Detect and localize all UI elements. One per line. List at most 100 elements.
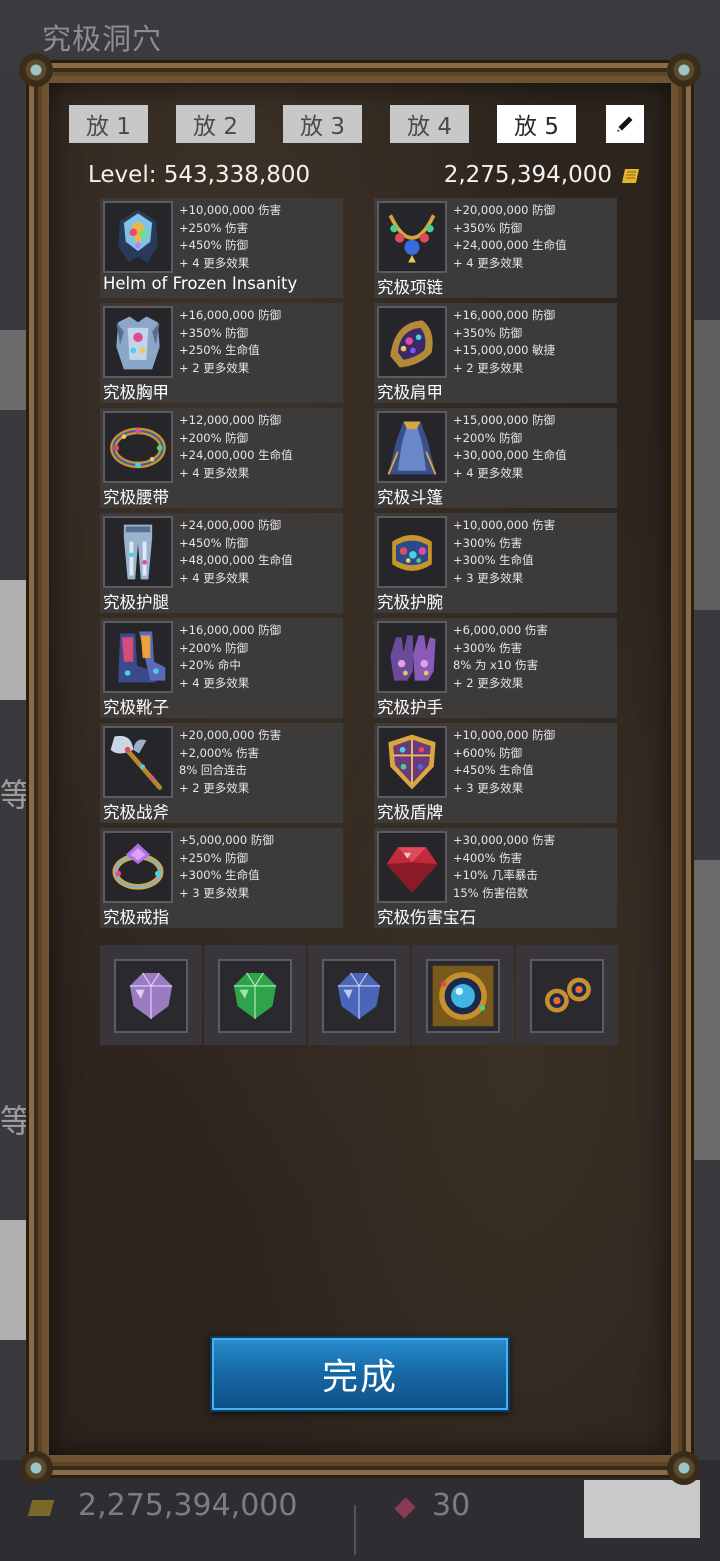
item-name: 究极战斧	[103, 803, 169, 822]
item-stat-line: +250% 生命值	[179, 343, 260, 358]
equipment-slot[interactable]: +20,000,000 防御 +350% 防御 +24,000,000 生命值 + 4…	[374, 198, 617, 298]
gem-frame	[218, 959, 292, 1033]
item-icon-frame	[103, 726, 173, 798]
item-stat-line: +200% 防御	[453, 430, 523, 445]
item-name: 究极护腿	[103, 593, 169, 612]
gem-slot[interactable]	[204, 945, 306, 1045]
red-gem-icon	[386, 847, 438, 893]
equipment-slot[interactable]: +10,000,000 伤害 +300% 伤害 +300% 生命值 + 3 更多效果究…	[374, 513, 617, 613]
done-button[interactable]: 完成	[210, 1336, 510, 1412]
item-icon-frame	[103, 306, 173, 378]
shield-icon	[388, 734, 436, 790]
item-stat-line: + 3 更多效果	[179, 886, 250, 901]
item-stat-line: 8% 为 x10 伤害	[453, 658, 539, 673]
item-stat-line: + 4 更多效果	[179, 571, 250, 586]
item-stat-line: +20,000,000 伤害	[179, 728, 282, 742]
necklace-icon	[388, 214, 436, 263]
item-stats: +24,000,000 防御 +450% 防御 +48,000,000 生命值 + 4…	[179, 517, 293, 588]
gem-slot[interactable]	[100, 945, 202, 1045]
item-stats: +5,000,000 防御 +250% 防御 +300% 生命值 + 3 更多效果	[179, 832, 274, 903]
gem-slot[interactable]	[412, 945, 514, 1045]
item-name: 究极腰带	[103, 488, 169, 507]
gloves-icon	[390, 635, 436, 681]
background-title: 究极洞穴	[42, 22, 163, 56]
coin-icon	[622, 169, 639, 183]
background-strip	[692, 860, 720, 1160]
frame-corner-ornament	[19, 1451, 53, 1485]
item-stat-line: +250% 防御	[179, 850, 249, 865]
equipment-slot[interactable]: +15,000,000 防御 +200% 防御 +30,000,000 生命值 + 4…	[374, 408, 617, 508]
background-gem-value: 30	[432, 1488, 471, 1523]
belt-icon	[110, 427, 166, 469]
item-stat-line: +24,000,000 防御	[179, 518, 282, 532]
item-stat-line: + 4 更多效果	[453, 256, 524, 271]
equipment-slot[interactable]: +6,000,000 伤害 +300% 伤害 8% 为 x10 伤害 + 2 更多效果…	[374, 618, 617, 718]
equipment-slot[interactable]: +10,000,000 伤害 +250% 伤害 +450% 防御 + 4 更多效果 He…	[100, 198, 343, 298]
ring-icon	[112, 843, 164, 890]
item-stat-line: +6,000,000 伤害	[453, 623, 548, 637]
equipment-slot[interactable]: +30,000,000 伤害 +400% 伤害 +10% 几率暴击 15% 伤害倍数究…	[374, 828, 617, 928]
item-icon-frame	[377, 306, 447, 378]
item-stats: +10,000,000 伤害 +300% 伤害 +300% 生命值 + 3 更多效果	[453, 517, 555, 588]
item-name: 究极项链	[377, 278, 443, 297]
item-stat-line: +5,000,000 防御	[179, 833, 274, 847]
item-name: Helm of Frozen Insanity	[103, 274, 298, 293]
item-stat-line: +24,000,000 生命值	[453, 238, 567, 253]
background-divider	[354, 1505, 356, 1555]
loadout-tab-4[interactable]: 放 4	[390, 105, 469, 143]
item-stat-line: +200% 防御	[179, 430, 249, 445]
item-stat-line: +16,000,000 防御	[179, 308, 282, 322]
item-stat-line: + 4 更多效果	[179, 466, 250, 481]
equipment-slot[interactable]: +10,000,000 防御 +600% 防御 +450% 生命值 + 3 更多效果究…	[374, 723, 617, 823]
loadout-tab-1[interactable]: 放 1	[69, 105, 148, 143]
background-strip	[692, 320, 720, 610]
bracer-icon	[392, 535, 432, 571]
loadout-tab-2[interactable]: 放 2	[176, 105, 255, 143]
equipment-slot[interactable]: +12,000,000 防御 +200% 防御 +24,000,000 生命值 + 4…	[100, 408, 343, 508]
equipment-slot[interactable]: +16,000,000 防御 +350% 防御 +15,000,000 敏捷 + 2 …	[374, 303, 617, 403]
equipment-slot[interactable]: +20,000,000 伤害 +2,000% 伤害 8% 回合连击 + 2 更多效果究…	[100, 723, 343, 823]
item-stat-line: +300% 伤害	[453, 535, 523, 550]
item-name: 究极肩甲	[377, 383, 443, 402]
equipment-slot[interactable]: +16,000,000 防御 +200% 防御 +20% 命中 + 4 更多效果 究极靴…	[100, 618, 343, 718]
frame-corner-ornament	[667, 53, 701, 87]
item-icon-frame	[103, 516, 173, 588]
gem-frame	[530, 959, 604, 1033]
equipment-slot[interactable]: +24,000,000 防御 +450% 防御 +48,000,000 生命值 + 4…	[100, 513, 343, 613]
item-stats: +16,000,000 防御 +350% 防御 +250% 生命值 + 2 更多效果	[179, 307, 281, 378]
item-icon-frame	[103, 411, 173, 483]
item-stats: +10,000,000 伤害 +250% 伤害 +450% 防御 + 4 更多效果	[179, 202, 281, 273]
item-stat-line: +10,000,000 伤害	[453, 518, 556, 532]
item-stat-line: +10,000,000 防御	[453, 728, 556, 742]
amulet-icon	[432, 965, 494, 1027]
item-stat-line: 8% 回合连击	[179, 763, 247, 778]
item-icon-frame	[103, 621, 173, 693]
item-name: 究极护手	[377, 698, 443, 717]
item-stat-line: + 4 更多效果	[453, 466, 524, 481]
boots-icon	[118, 631, 166, 683]
gem-slot[interactable]	[516, 945, 618, 1045]
gem-frame	[322, 959, 396, 1033]
item-stat-line: +16,000,000 防御	[453, 308, 556, 322]
item-stat-line: +24,000,000 生命值	[179, 448, 293, 463]
item-icon-frame	[377, 621, 447, 693]
item-stat-line: +15,000,000 防御	[453, 413, 556, 427]
edit-button[interactable]	[606, 105, 644, 143]
equipment-slot[interactable]: +16,000,000 防御 +350% 防御 +250% 生命值 + 2 更多效果究…	[100, 303, 343, 403]
item-stat-line: +20,000,000 防御	[453, 203, 556, 217]
item-stats: +20,000,000 防御 +350% 防御 +24,000,000 生命值 + 4…	[453, 202, 567, 273]
item-stat-line: +2,000% 伤害	[179, 745, 260, 760]
level-label: Level: 543,338,800	[88, 162, 311, 188]
item-stats: +30,000,000 伤害 +400% 伤害 +10% 几率暴击 15% 伤害倍数	[453, 832, 555, 903]
loadout-tab-5[interactable]: 放 5	[497, 105, 576, 143]
item-stat-line: +600% 防御	[453, 745, 523, 760]
equipment-slot[interactable]: +5,000,000 防御 +250% 防御 +300% 生命值 + 3 更多效果 究极…	[100, 828, 343, 928]
loadout-tab-3[interactable]: 放 3	[283, 105, 362, 143]
gem-slot[interactable]	[308, 945, 410, 1045]
background-gold-value: 2,275,394,000	[78, 1488, 298, 1523]
item-stat-line: +30,000,000 伤害	[453, 833, 556, 847]
blue-gem-icon	[337, 972, 381, 1019]
item-stat-line: + 2 更多效果	[453, 361, 524, 376]
item-stats: +6,000,000 伤害 +300% 伤害 8% 为 x10 伤害 + 2 更多效果	[453, 622, 548, 693]
item-stat-line: +48,000,000 生命值	[179, 553, 293, 568]
